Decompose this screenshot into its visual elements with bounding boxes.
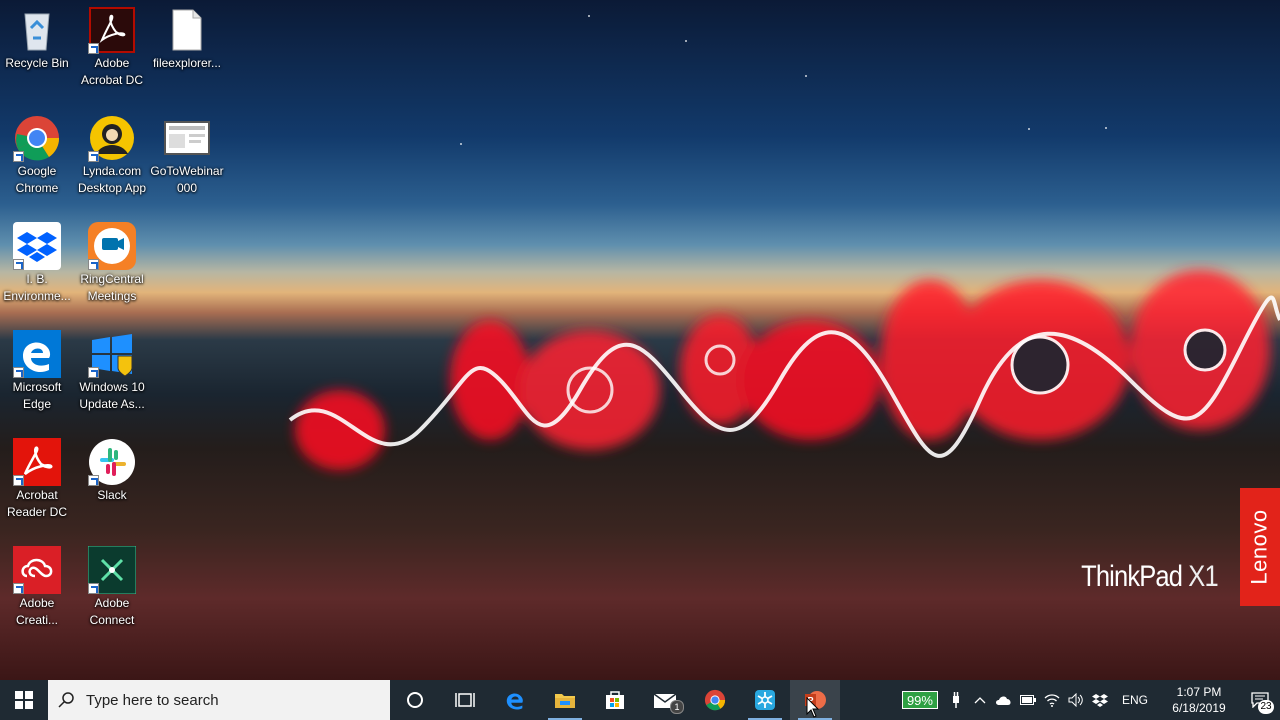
chrome-icon <box>13 114 61 162</box>
gotowebinar-icon <box>163 114 211 162</box>
icon-label: GoToWebinar 000 <box>150 164 224 195</box>
chrome-icon <box>704 689 726 711</box>
windows-update-icon <box>88 330 136 378</box>
desktop-icon-ringcentral[interactable]: RingCentral Meetings <box>75 222 149 305</box>
icon-label: Recycle Bin <box>5 56 69 70</box>
acrobat-icon <box>88 6 136 54</box>
edge-icon <box>506 693 523 710</box>
taskbar-chrome-button[interactable] <box>690 680 740 720</box>
dropbox-icon <box>13 222 61 270</box>
acrobat-reader-icon <box>13 438 61 486</box>
wifi-icon[interactable] <box>1040 680 1064 720</box>
desktop-icon-windows-update[interactable]: Windows 10 Update As... <box>75 330 149 413</box>
task-view-button[interactable] <box>440 680 490 720</box>
icon-label: Windows 10 Update As... <box>79 380 145 411</box>
action-center-button[interactable]: 23 <box>1240 680 1280 720</box>
desktop-icon-dropbox-environment[interactable]: I. B. Environme... <box>0 222 74 305</box>
folder-icon <box>555 694 575 708</box>
taskbar-file-explorer-button[interactable] <box>540 680 590 720</box>
star <box>1028 128 1030 130</box>
desktop-icon-adobe-acrobat[interactable]: Adobe Acrobat DC <box>75 6 149 89</box>
desktop-icon-gotowebinar[interactable]: GoToWebinar 000 <box>150 114 224 197</box>
icon-label: Acrobat Reader DC <box>6 488 68 519</box>
desktop-icon-lynda[interactable]: Lynda.com Desktop App <box>75 114 149 197</box>
mail-badge: 1 <box>670 700 684 714</box>
clock-date: 6/18/2019 <box>1172 701 1226 715</box>
windows-logo-icon <box>15 691 33 709</box>
dropbox-tray-icon[interactable] <box>1088 680 1112 720</box>
model-label: X1 <box>1188 560 1219 593</box>
icon-label: Adobe Acrobat DC <box>80 56 144 87</box>
ringcentral-icon <box>88 222 136 270</box>
desktop-icon-recycle-bin[interactable]: Recycle Bin <box>0 6 74 72</box>
task-view-icon <box>455 693 475 707</box>
edge-icon <box>13 330 61 378</box>
notification-count: 23 <box>1258 700 1274 714</box>
taskbar-mail-button[interactable]: 1 <box>640 680 690 720</box>
star <box>685 40 687 42</box>
volume-icon[interactable] <box>1064 680 1088 720</box>
icon-label: Adobe Connect <box>89 596 135 627</box>
desktop-icon-slack[interactable]: Slack <box>75 438 149 504</box>
desktop-icon-adobe-connect[interactable]: Adobe Connect <box>75 546 149 629</box>
taskbar-store-button[interactable] <box>590 680 640 720</box>
desktop-icon-microsoft-edge[interactable]: Microsoft Edge <box>0 330 74 413</box>
cortana-button[interactable] <box>390 680 440 720</box>
icon-label: I. B. Environme... <box>3 272 71 303</box>
desktop-icon-creative-cloud[interactable]: Adobe Creati... <box>0 546 74 629</box>
creative-cloud-icon <box>13 546 61 594</box>
start-button[interactable] <box>0 680 48 720</box>
icon-label: RingCentral Meetings <box>80 272 144 303</box>
thinkpad-label: ThinkPad <box>1081 560 1183 593</box>
lenovo-logo: Lenovo <box>1240 488 1280 606</box>
lynda-icon <box>88 114 136 162</box>
icon-label: Google Chrome <box>15 164 59 195</box>
system-tray: 99% ENG 1:07 PM 6/18/2019 23 <box>901 680 1280 720</box>
battery-status-icon[interactable] <box>1016 680 1040 720</box>
thinkpad-branding: ThinkPad X1 <box>1081 560 1219 594</box>
store-icon <box>606 691 624 709</box>
taskbar-edge-button[interactable] <box>490 680 540 720</box>
adobe-connect-icon <box>88 546 136 594</box>
snowflake-icon <box>755 690 775 710</box>
search-icon <box>58 692 74 708</box>
power-plug-icon[interactable] <box>944 680 968 720</box>
battery-indicator[interactable]: 99% <box>901 691 938 709</box>
desktop-icon-fileexplorer[interactable]: fileexplorer... <box>150 6 224 72</box>
icon-label: Lynda.com Desktop App <box>77 164 147 195</box>
star <box>460 143 462 145</box>
taskbar-search-box[interactable] <box>48 680 390 720</box>
star <box>588 15 590 17</box>
star <box>1105 127 1107 129</box>
document-icon <box>163 6 211 54</box>
onedrive-cloud-icon[interactable] <box>992 680 1016 720</box>
star <box>805 75 807 77</box>
show-hidden-icons-chevron-icon[interactable] <box>968 680 992 720</box>
light-painting-art <box>288 270 1280 470</box>
lenovo-label: Lenovo <box>1247 509 1272 585</box>
desktop-icon-google-chrome[interactable]: Google Chrome <box>0 114 74 197</box>
cortana-icon <box>407 692 423 708</box>
icon-label: Slack <box>97 488 127 502</box>
desktop-icon-acrobat-reader[interactable]: Acrobat Reader DC <box>0 438 74 521</box>
mouse-cursor-icon <box>806 697 820 718</box>
icon-label: fileexplorer... <box>152 56 222 70</box>
slack-icon <box>88 438 136 486</box>
recycle-bin-icon <box>13 6 61 54</box>
taskbar: 1 P 99% ENG 1:07 PM <box>0 680 1280 720</box>
input-language[interactable]: ENG <box>1112 693 1158 707</box>
search-input[interactable] <box>84 690 368 710</box>
icon-label: Adobe Creati... <box>15 596 58 627</box>
icon-label: Microsoft Edge <box>12 380 62 411</box>
taskbar-snowflake-button[interactable] <box>740 680 790 720</box>
clock[interactable]: 1:07 PM 6/18/2019 <box>1158 684 1240 716</box>
desktop[interactable]: ThinkPad X1 Lenovo Recycle Bin Adobe Acr… <box>0 0 1280 680</box>
clock-time: 1:07 PM <box>1176 685 1222 699</box>
